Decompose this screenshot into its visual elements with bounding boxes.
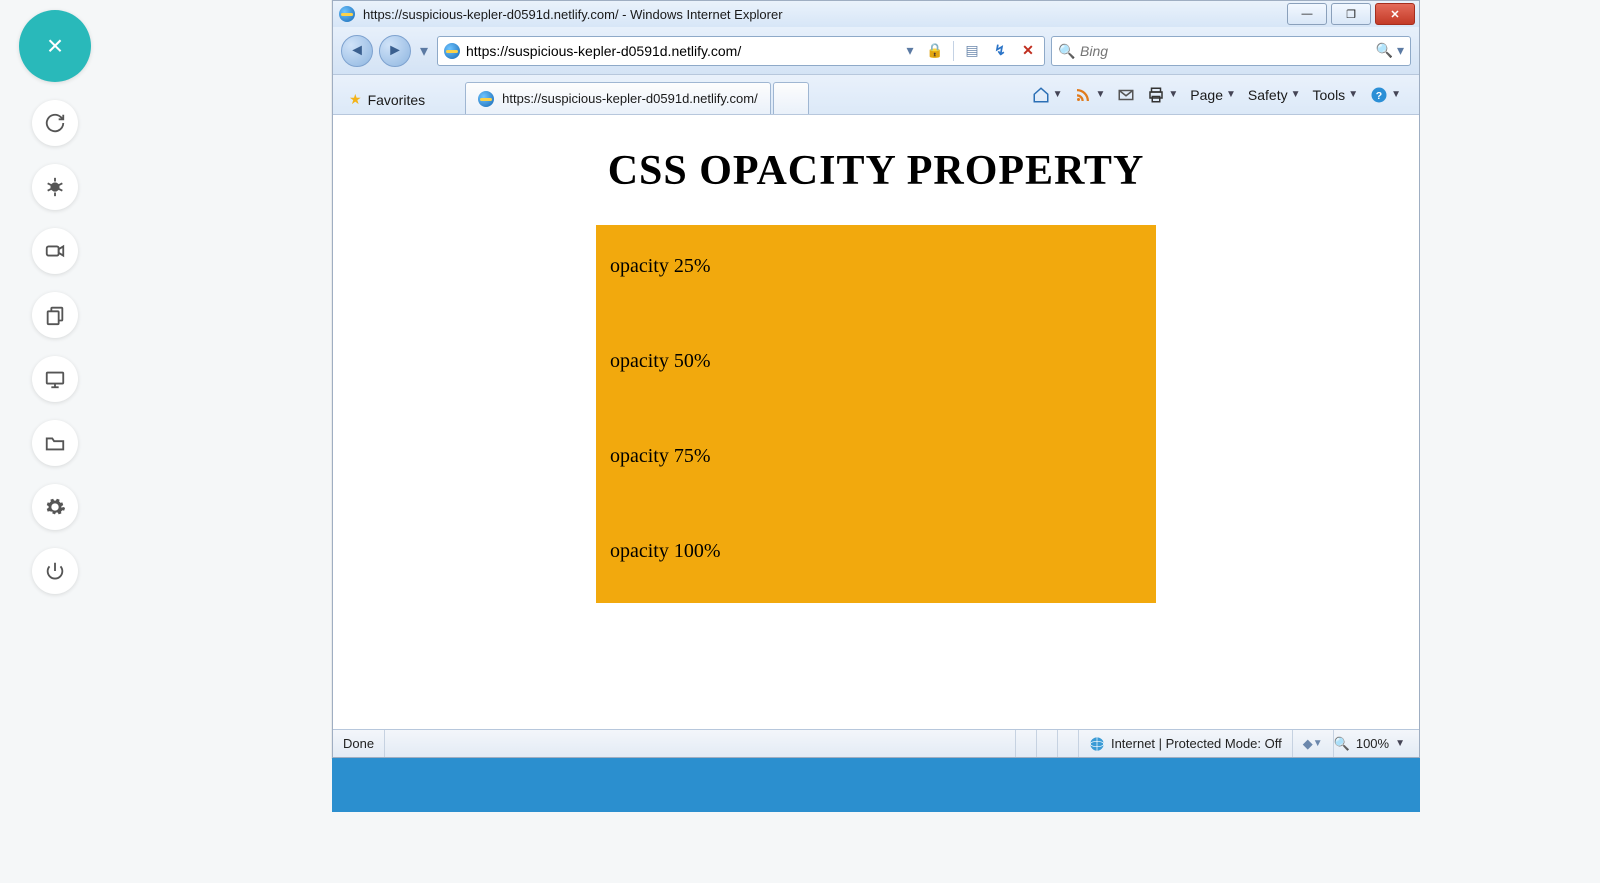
tab-favicon — [478, 91, 494, 107]
nav-history-dropdown[interactable]: ▾ — [417, 44, 431, 58]
home-button[interactable]: ▼ — [1028, 82, 1067, 108]
x-icon: × — [47, 30, 63, 62]
star-icon: ★ — [349, 91, 362, 108]
site-icon — [444, 43, 460, 59]
rss-icon — [1074, 86, 1092, 104]
print-icon — [1147, 86, 1165, 104]
favorites-button[interactable]: ★ Favorites — [339, 85, 435, 114]
browser-tab[interactable]: https://suspicious-kepler-d0591d.netlify… — [465, 82, 771, 114]
search-provider-dropdown[interactable]: ▾ — [1397, 42, 1404, 59]
opacity-box: opacity 25% opacity 50% opacity 75% opac… — [596, 225, 1156, 603]
stop-button[interactable]: ✕ — [1018, 41, 1038, 61]
maximize-button[interactable]: ❐ — [1331, 3, 1371, 25]
tab-title: https://suspicious-kepler-d0591d.netlify… — [502, 91, 758, 106]
command-bar: ▼ ▼ ▼ Page▼ Safety▼ Tools▼ ?▼ — [1028, 75, 1413, 114]
zoom-control[interactable]: 🔍 100% ▼ — [1334, 736, 1419, 752]
popup-blocker-button[interactable]: ◆ ▼ — [1293, 730, 1334, 757]
display-button[interactable] — [32, 356, 78, 402]
home-icon — [1032, 86, 1050, 104]
left-sidebar: × — [0, 0, 110, 883]
sync-icon — [44, 112, 66, 134]
favorites-label: Favorites — [368, 92, 426, 108]
opacity-line: opacity 50% — [610, 350, 1142, 373]
tab-row: ★ Favorites https://suspicious-kepler-d0… — [333, 75, 1419, 115]
status-bar: Done Internet | Protected Mode: Off ◆ ▼ … — [333, 729, 1419, 757]
ie-logo-icon — [339, 6, 355, 22]
taskbar — [332, 758, 1420, 812]
sync-button[interactable] — [32, 100, 78, 146]
titlebar: https://suspicious-kepler-d0591d.netlify… — [333, 1, 1419, 27]
forward-button[interactable]: ► — [379, 35, 411, 67]
minimize-button[interactable]: — — [1287, 3, 1327, 25]
display-icon — [44, 368, 66, 390]
page-menu[interactable]: Page▼ — [1186, 83, 1240, 107]
clipboard-button[interactable] — [32, 292, 78, 338]
window-controls: — ❐ ✕ — [1287, 3, 1419, 25]
search-input[interactable] — [1080, 43, 1370, 59]
page-content: CSS OPACITY PROPERTY opacity 25% opacity… — [333, 117, 1419, 727]
globe-icon — [1089, 736, 1105, 752]
video-button[interactable] — [32, 228, 78, 274]
window-title: https://suspicious-kepler-d0591d.netlify… — [363, 7, 783, 22]
help-button[interactable]: ?▼ — [1366, 82, 1405, 108]
svg-text:?: ? — [1376, 89, 1382, 101]
print-button[interactable]: ▼ — [1143, 82, 1182, 108]
address-input[interactable] — [466, 43, 897, 59]
power-icon — [44, 560, 66, 582]
zoom-level: 100% — [1356, 736, 1389, 751]
close-session-button[interactable]: × — [19, 10, 91, 82]
back-button[interactable]: ◄ — [341, 35, 373, 67]
opacity-line: opacity 75% — [610, 445, 1142, 468]
lock-icon[interactable]: 🔒 — [925, 41, 945, 61]
close-window-button[interactable]: ✕ — [1375, 3, 1415, 25]
address-dropdown[interactable]: ▾ — [903, 44, 917, 58]
compat-view-icon[interactable]: ▤ — [962, 41, 982, 61]
tools-menu[interactable]: Tools▼ — [1309, 83, 1363, 107]
help-icon: ? — [1370, 86, 1388, 104]
clipboard-icon — [44, 304, 66, 326]
folder-button[interactable] — [32, 420, 78, 466]
background — [1420, 0, 1480, 883]
mail-button[interactable] — [1113, 82, 1139, 108]
address-bar-controls: ▾ 🔒 ▤ ↯ ✕ — [903, 41, 1038, 61]
refresh-button[interactable]: ↯ — [990, 41, 1010, 61]
bug-button[interactable] — [32, 164, 78, 210]
gear-icon — [44, 496, 66, 518]
power-button[interactable] — [32, 548, 78, 594]
search-go-button[interactable]: 🔍 — [1376, 42, 1393, 59]
bug-icon — [44, 176, 66, 198]
search-box[interactable]: 🔍 🔍 ▾ — [1051, 36, 1411, 66]
nav-toolbar: ◄ ► ▾ ▾ 🔒 ▤ ↯ ✕ 🔍 🔍 ▾ — [333, 27, 1419, 75]
security-zone[interactable]: Internet | Protected Mode: Off — [1079, 730, 1293, 757]
ie-window: https://suspicious-kepler-d0591d.netlify… — [332, 0, 1420, 758]
address-bar[interactable]: ▾ 🔒 ▤ ↯ ✕ — [437, 36, 1045, 66]
mail-icon — [1117, 86, 1135, 104]
zoom-dropdown[interactable]: ▼ — [1395, 738, 1405, 749]
status-text: Done — [333, 730, 385, 757]
page-heading: CSS OPACITY PROPERTY — [333, 147, 1419, 195]
video-icon — [44, 240, 66, 262]
opacity-line: opacity 25% — [610, 255, 1142, 278]
settings-button[interactable] — [32, 484, 78, 530]
new-tab-button[interactable] — [773, 82, 809, 114]
safety-menu[interactable]: Safety▼ — [1244, 83, 1305, 107]
folder-icon — [44, 432, 66, 454]
search-icon: 🔍 — [1058, 43, 1074, 59]
opacity-line: opacity 100% — [610, 540, 1142, 563]
zoom-icon: 🔍 — [1334, 736, 1350, 752]
feeds-button[interactable]: ▼ — [1070, 82, 1109, 108]
